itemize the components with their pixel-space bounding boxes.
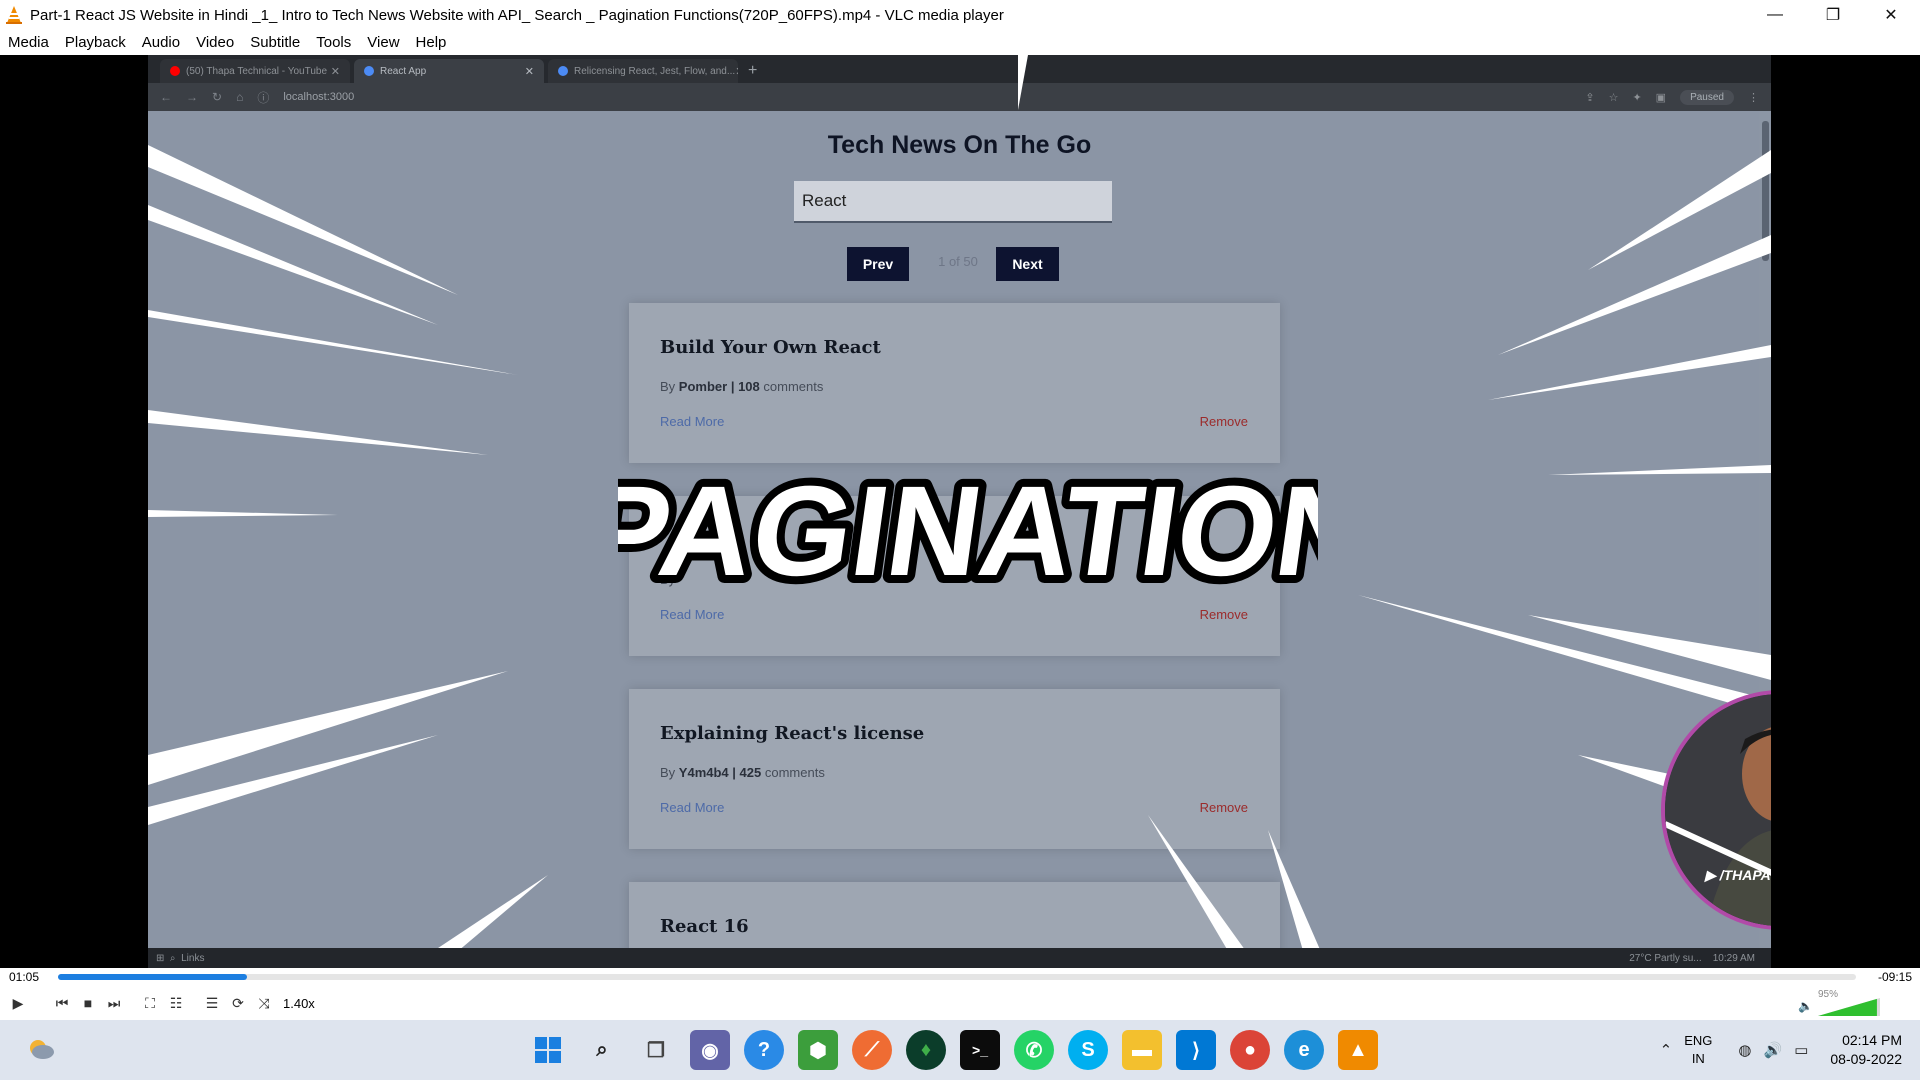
menu-subtitle[interactable]: Subtitle <box>242 34 308 51</box>
window-title: Part-1 React JS Website in Hindi _1_ Int… <box>30 6 1004 24</box>
youtube-icon: ▶ <box>1705 867 1720 883</box>
overlay-text: PAGINATION <box>618 461 1318 603</box>
next-icon[interactable]: ⏭ <box>101 990 127 1016</box>
stop-icon[interactable]: ■ <box>75 990 101 1016</box>
loop-icon[interactable]: ⟳ <box>225 990 251 1016</box>
windows-taskbar: ⌕ ❐ ◉ ? ⬢ ⟋ ♦ >_ ✆ S ▬ ⟩ ● e ▲ ⌃ ENG IN ◍… <box>0 1020 1920 1080</box>
speaker-icon[interactable]: 🔊 <box>1764 1041 1783 1059</box>
chrome-icon[interactable]: ● <box>1230 1030 1270 1070</box>
play-icon[interactable]: ▶ <box>5 990 31 1016</box>
previous-icon[interactable]: ⏮ <box>49 990 75 1016</box>
fullscreen-icon[interactable]: ⛶ <box>137 990 163 1016</box>
language-indicator[interactable]: ENG IN <box>1684 1032 1712 1068</box>
playback-speed[interactable]: 1.40x <box>283 996 315 1011</box>
postman-icon[interactable]: ⟋ <box>852 1030 892 1070</box>
vlc-title-bar: Part-1 React JS Website in Hindi _1_ Int… <box>0 0 1920 30</box>
seek-progress <box>58 974 247 980</box>
menu-media[interactable]: Media <box>0 34 57 51</box>
weather-icon[interactable] <box>26 1034 56 1064</box>
remaining-time[interactable]: -09:15 <box>1878 970 1912 984</box>
seek-bar[interactable] <box>58 974 1856 980</box>
menu-view[interactable]: View <box>359 34 407 51</box>
whatsapp-icon[interactable]: ✆ <box>1014 1030 1054 1070</box>
teams-chat-icon[interactable]: ◉ <box>690 1030 730 1070</box>
menu-help[interactable]: Help <box>408 34 455 51</box>
terminal-icon[interactable]: >_ <box>960 1030 1000 1070</box>
shuffle-icon[interactable]: ⤨ <box>251 990 277 1016</box>
volume-slider[interactable]: 🔈 95% <box>1798 989 1880 1016</box>
node-icon[interactable]: ⬢ <box>798 1030 838 1070</box>
edge-icon[interactable]: e <box>1284 1030 1324 1070</box>
windows-icon: ⊞ ⌕ <box>156 952 182 964</box>
file-explorer-icon[interactable]: ▬ <box>1122 1030 1162 1070</box>
menu-video[interactable]: Video <box>188 34 242 51</box>
vscode-icon[interactable]: ⟩ <box>1176 1030 1216 1070</box>
search-icon[interactable]: ⌕ <box>582 1030 622 1070</box>
extended-settings-icon[interactable]: ☷ <box>163 990 189 1016</box>
windows-start-icon[interactable] <box>528 1030 568 1070</box>
maximize-button[interactable]: ❐ <box>1804 0 1862 30</box>
mongodb-icon[interactable]: ♦ <box>906 1030 946 1070</box>
channel-label: ▶ /THAPATECHNICAL <box>1705 867 1771 883</box>
seek-row: 01:05 -09:15 <box>0 968 1920 986</box>
recorded-taskbar: ⊞ ⌕ Links 27°C Partly su... 10:29 AM <box>148 948 1771 968</box>
menu-playback[interactable]: Playback <box>57 34 134 51</box>
minimize-button[interactable]: — <box>1746 0 1804 30</box>
vlc-cone-icon <box>6 6 22 24</box>
volume-wedge <box>1818 998 1880 1016</box>
vlc-icon[interactable]: ▲ <box>1338 1030 1378 1070</box>
playback-controls: ▶ ⏮ ■ ⏭ ⛶ ☷ ☰ ⟳ ⤨ 1.40x 🔈 95% <box>0 986 1920 1020</box>
battery-icon[interactable]: ▭ <box>1794 1041 1808 1059</box>
network-icon[interactable]: ◍ <box>1738 1041 1751 1059</box>
elapsed-time: 01:05 <box>9 970 40 984</box>
chevron-up-icon[interactable]: ⌃ <box>1660 1041 1673 1059</box>
help-icon[interactable]: ? <box>744 1030 784 1070</box>
skype-icon[interactable]: S <box>1068 1030 1108 1070</box>
close-button[interactable]: ✕ <box>1862 0 1920 30</box>
speaker-icon[interactable]: 🔈 <box>1798 999 1813 1013</box>
playlist-icon[interactable]: ☰ <box>199 990 225 1016</box>
menu-bar: Media Playback Audio Video Subtitle Tool… <box>0 30 1920 55</box>
video-frame: (50) Thapa Technical - YouTube ✕ React Ap… <box>148 55 1771 968</box>
clock[interactable]: 02:14 PM 08-09-2022 <box>1830 1031 1902 1069</box>
pagination-overlay: PAGINATION PAGINATION <box>618 455 1318 605</box>
video-area[interactable]: (50) Thapa Technical - YouTube ✕ React Ap… <box>0 55 1920 968</box>
menu-audio[interactable]: Audio <box>134 34 188 51</box>
menu-tools[interactable]: Tools <box>308 34 359 51</box>
system-tray: ⌃ ENG IN ◍ 🔊 ▭ 02:14 PM 08-09-2022 <box>1660 1020 1920 1080</box>
task-view-icon[interactable]: ❐ <box>636 1030 676 1070</box>
